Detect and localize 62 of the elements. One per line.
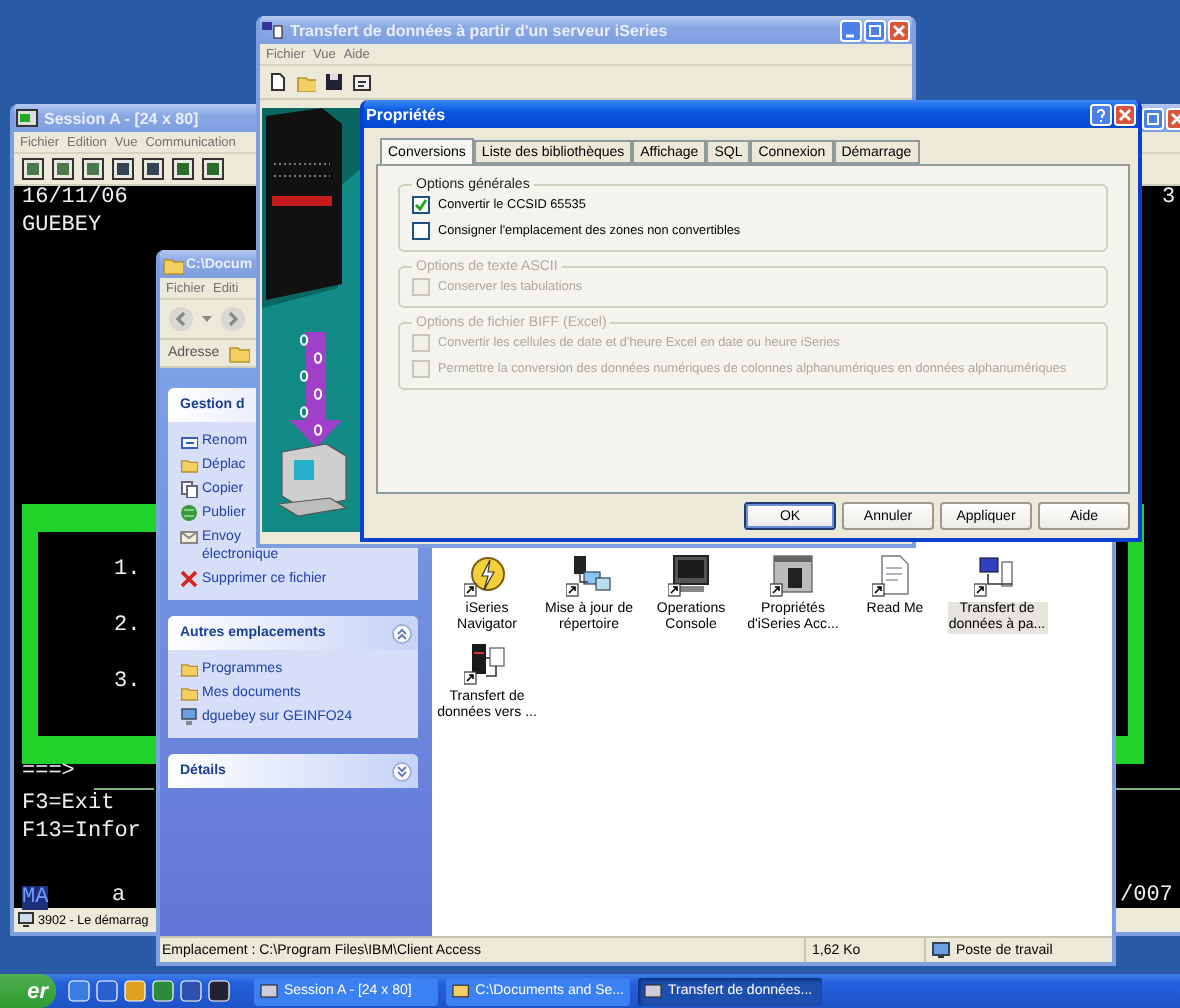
maximize-icon xyxy=(868,23,882,37)
network-icon xyxy=(262,20,284,40)
expand-button[interactable] xyxy=(392,761,412,781)
close-button[interactable] xyxy=(888,19,910,41)
folder-icon xyxy=(162,253,184,275)
command-prompt: ===> xyxy=(22,760,75,786)
menu-option-number: 2. xyxy=(114,614,141,640)
function-key-hint: F3=Exit xyxy=(22,792,115,818)
window-title: Session A - [24 x 80] xyxy=(44,109,199,127)
rename-icon xyxy=(180,432,198,450)
window-title: Transfert de données à partir d'un serveur iSeries xyxy=(290,21,668,39)
window-icon xyxy=(260,982,278,1000)
folder-icon xyxy=(180,456,198,474)
maximize-icon xyxy=(1146,111,1160,125)
window-title: Propriétés xyxy=(366,105,446,123)
monitor-icon[interactable] xyxy=(668,554,714,598)
close-icon xyxy=(1118,107,1132,121)
close-icon xyxy=(1170,111,1180,125)
maximize-button[interactable] xyxy=(864,19,886,41)
folder-icon xyxy=(452,982,470,1000)
save-icon[interactable] xyxy=(324,72,344,92)
computer-icon xyxy=(180,708,198,726)
app-icon[interactable] xyxy=(180,980,202,1002)
function-key-hint: F13=Infor xyxy=(22,820,141,846)
caret-icon xyxy=(202,314,212,324)
terminal-user: GUEBEY xyxy=(22,214,102,240)
forward-icon[interactable] xyxy=(220,306,246,332)
window-icon[interactable] xyxy=(172,158,194,180)
menu-option-number: 3. xyxy=(114,670,141,696)
status-text: a xyxy=(112,884,126,910)
computer-icon xyxy=(18,912,34,928)
minimize-button[interactable] xyxy=(840,19,862,41)
maximize-button[interactable] xyxy=(1142,107,1164,129)
new-file-icon[interactable] xyxy=(268,72,288,92)
server-icon[interactable] xyxy=(770,554,816,598)
help-button[interactable] xyxy=(1090,103,1112,125)
input-underline xyxy=(1116,788,1180,790)
server-transfer-icon[interactable] xyxy=(464,642,510,686)
properties-icon[interactable] xyxy=(352,72,372,92)
close-icon xyxy=(892,23,906,37)
window-icon[interactable] xyxy=(202,158,224,180)
globe-icon xyxy=(180,504,198,522)
computers-icon[interactable] xyxy=(566,554,612,598)
command-input-line[interactable] xyxy=(94,788,154,790)
terminal-date: 16/11/06 xyxy=(22,186,128,212)
terminal-text: 3 xyxy=(1162,186,1176,212)
window-icon xyxy=(644,982,662,1000)
checkbox[interactable] xyxy=(412,222,430,240)
cross-icon xyxy=(180,570,198,588)
back-icon[interactable] xyxy=(168,306,194,332)
envelope-icon xyxy=(180,528,198,546)
expand-button[interactable] xyxy=(392,623,412,643)
app-icon[interactable] xyxy=(208,980,230,1002)
cursor-position: /007 xyxy=(1120,884,1173,910)
lightning-icon[interactable] xyxy=(464,554,510,598)
folder-icon xyxy=(227,342,250,364)
terminal-icon xyxy=(16,108,38,128)
help-icon xyxy=(1094,107,1108,121)
computer-icon xyxy=(932,941,950,959)
checkbox[interactable] xyxy=(412,196,430,214)
close-button[interactable] xyxy=(1114,103,1136,125)
menu-option-number: 1. xyxy=(114,558,141,584)
